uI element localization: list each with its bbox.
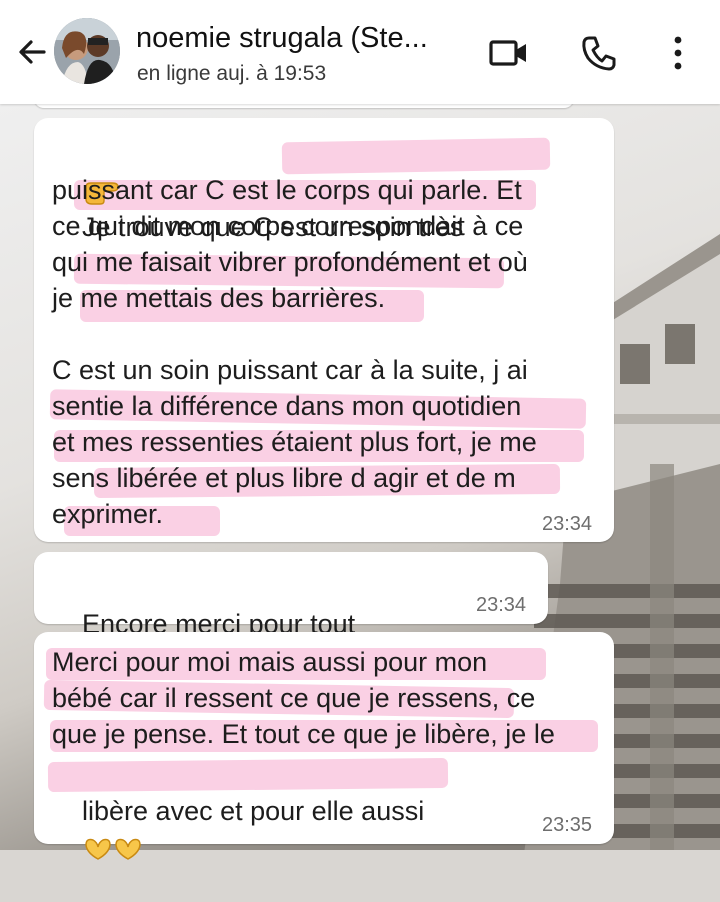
message-line: que je pense. Et tout ce que je libère, … (52, 719, 555, 749)
message-timestamp: 23:34 (542, 513, 593, 535)
message-line: bébé car il ressent ce que je ressens, c… (52, 683, 536, 713)
message-line: qui me faisait vibrer profondément et où (52, 247, 528, 277)
chat-header: noemie strugala (Ste... en ligne auj. à … (0, 0, 720, 104)
message-line: C est un soin puissant car à la suite, j… (52, 355, 528, 385)
message-line: je me mettais des barrières. (52, 283, 386, 313)
back-arrow-icon[interactable] (14, 34, 50, 70)
message-line: ce qui dit mon corps correspondait à ce (52, 211, 524, 241)
message-bubble[interactable]: Encore merci pour tout 23:34 (34, 552, 548, 673)
message-timestamp: 23:34 (476, 594, 527, 616)
message-bubble[interactable]: Je trouve que C est un soin très puissan… (34, 118, 614, 542)
contact-name[interactable]: noemie strugala (Ste... (136, 22, 428, 55)
message-line: exprimer. (52, 499, 164, 529)
contact-status: en ligne auj. à 19:53 (137, 62, 327, 85)
message-line: sens libérée et plus libre d agir et de … (52, 463, 516, 493)
message-bubble[interactable]: Merci pour moi mais aussi pour mon bébé … (34, 632, 614, 860)
message-line: et mes ressenties étaient plus fort, je … (52, 427, 537, 457)
phone-call-icon[interactable] (580, 34, 618, 72)
contact-avatar[interactable] (54, 18, 120, 84)
more-options-icon[interactable] (670, 34, 686, 72)
message-line: Merci pour moi mais aussi pour mon (52, 647, 488, 677)
message-line: puissant car C est le corps qui parle. E… (52, 175, 522, 205)
message-timestamp: 23:35 (542, 814, 593, 836)
video-call-icon[interactable] (488, 36, 530, 70)
message-line: sentie la différence dans mon quotidien (52, 391, 522, 421)
message-line: libère avec et pour elle aussi (82, 795, 425, 826)
heart-hands-emoji (85, 838, 141, 860)
